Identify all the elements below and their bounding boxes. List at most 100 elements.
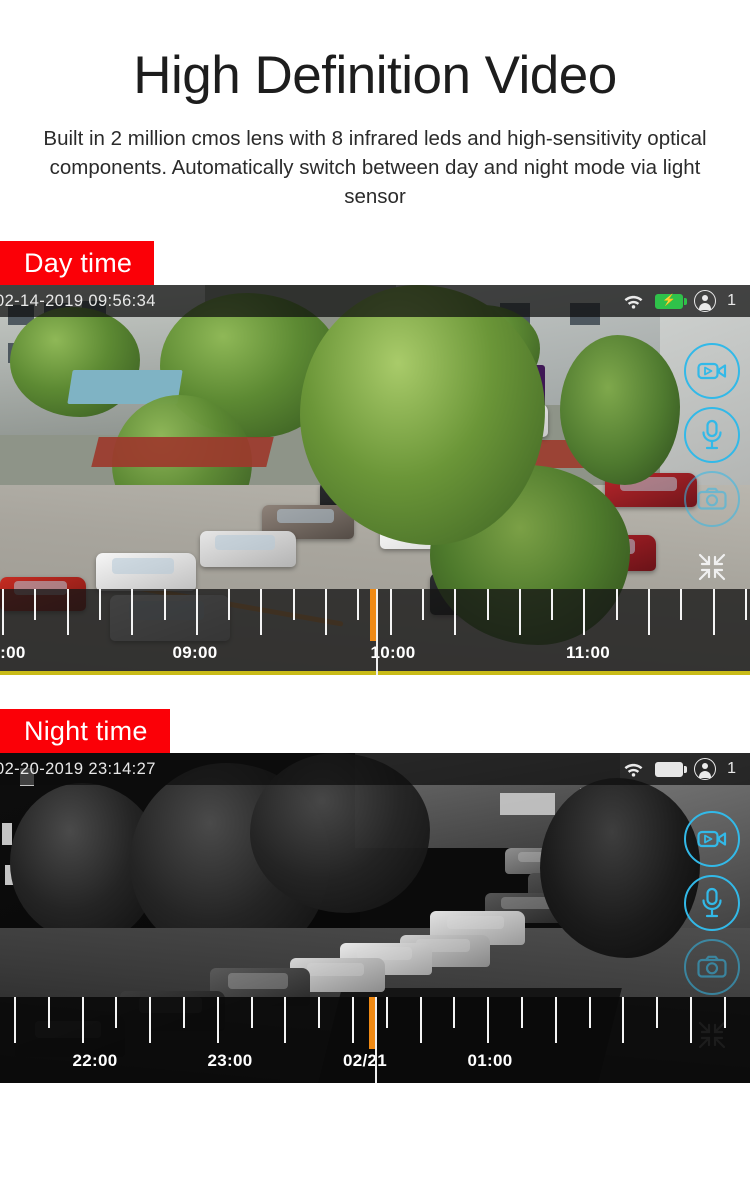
timeline-tick <box>325 589 327 635</box>
video-record-icon <box>697 362 727 380</box>
timeline-playhead-line <box>375 997 377 1083</box>
timeline-tick <box>622 997 625 1043</box>
section-gap <box>0 675 750 709</box>
timeline-tick <box>2 589 4 635</box>
timeline-label: 02/21 <box>342 1051 388 1070</box>
microphone-button[interactable] <box>684 407 740 463</box>
timeline-tick <box>615 589 618 620</box>
lit-window <box>2 823 12 845</box>
timeline-playhead-line <box>376 589 378 675</box>
snapshot-button[interactable] <box>684 939 740 995</box>
user-icon <box>694 758 717 780</box>
camera-snapshot-icon <box>697 955 727 978</box>
day-video-panel[interactable]: 02-14-2019 09:56:34 ⚡ 1:00 09:00 10:00 … <box>0 285 750 675</box>
wifi-icon <box>624 763 643 777</box>
timeline-tick <box>228 589 231 620</box>
fullscreen-exit-icon <box>698 553 726 581</box>
timeline-tick <box>744 589 747 620</box>
timeline-tick <box>81 997 84 1043</box>
lit-window <box>500 793 555 815</box>
user-icon <box>694 290 717 312</box>
timeline-tick <box>648 589 650 635</box>
timeline-tick <box>183 997 185 1028</box>
timeline-tick <box>453 997 456 1028</box>
timeline-bottom-edge <box>0 671 750 675</box>
microphone-icon <box>702 419 722 450</box>
user-count: 1 <box>727 292 736 309</box>
timeline-tick <box>583 589 586 635</box>
timeline-tick <box>98 589 101 620</box>
timeline-tick <box>690 997 692 1043</box>
timeline-label: 11:00 <box>565 643 611 662</box>
timeline-tick <box>656 997 659 1028</box>
night-timeline[interactable]: 22:00 23:00 02/21 01:00 <box>0 997 750 1083</box>
red-fence <box>91 437 274 467</box>
timeline-tick <box>47 997 50 1028</box>
timeline-tick <box>421 589 424 620</box>
page-subtitle: Built in 2 million cmos lens with 8 infr… <box>43 127 707 208</box>
night-video-panel[interactable]: 02-20-2019 23:14:27 1 22:00 23:00 02/21 … <box>0 753 750 1083</box>
day-badge-wrap: Day time <box>0 241 750 285</box>
night-badge-wrap: Night time <box>0 709 750 753</box>
timeline-tick <box>216 997 219 1043</box>
fullscreen-exit-button[interactable] <box>698 553 726 581</box>
timeline-tick <box>454 589 457 635</box>
night-time-badge: Night time <box>0 709 170 753</box>
day-status-bar: 02-14-2019 09:56:34 ⚡ 1 <box>0 285 750 317</box>
timeline-label: 22:00 <box>72 1051 118 1070</box>
timeline-tick <box>487 997 490 1043</box>
record-video-button[interactable] <box>684 343 740 399</box>
timeline-tick <box>419 997 422 1043</box>
timeline-label: 01:00 <box>467 1051 513 1070</box>
timeline-tick <box>250 997 253 1028</box>
night-status-icons: 1 <box>623 758 736 780</box>
header: High Definition Video Built in 2 million… <box>0 0 750 211</box>
timeline-tick <box>712 589 715 635</box>
timeline-tick <box>284 997 287 1043</box>
tree <box>560 335 680 485</box>
timeline-tick <box>149 997 152 1043</box>
microphone-icon <box>702 887 722 918</box>
timeline-label: 23:00 <box>207 1051 253 1070</box>
timeline-tick <box>14 997 16 1043</box>
user-count: 1 <box>727 760 736 777</box>
night-timestamp: 02-20-2019 23:14:27 <box>0 759 156 778</box>
timeline-tick <box>66 589 69 635</box>
timeline-tick <box>588 997 591 1028</box>
microphone-button[interactable] <box>684 875 740 931</box>
page-title: High Definition Video <box>133 46 617 105</box>
timeline-tick <box>292 589 295 620</box>
record-video-button[interactable] <box>684 811 740 867</box>
timeline-tick <box>260 589 263 635</box>
timeline-tick <box>195 589 198 635</box>
snapshot-button[interactable] <box>684 471 740 527</box>
wifi-icon <box>624 295 643 309</box>
day-timestamp: 02-14-2019 09:56:34 <box>0 291 156 310</box>
timeline-label: 8:00 <box>0 643 26 662</box>
day-timeline[interactable]: 8:0009:0010:0011:00 <box>0 589 750 675</box>
timeline-tick <box>318 997 321 1028</box>
day-side-controls <box>684 343 740 581</box>
timeline-tick <box>486 589 489 620</box>
timeline-tick <box>385 997 388 1028</box>
timeline-tick <box>518 589 521 635</box>
parked-car <box>96 553 196 591</box>
parked-car <box>200 531 296 567</box>
timeline-label: 09:00 <box>172 643 218 662</box>
timeline-tick <box>521 997 523 1028</box>
timeline-tick <box>352 997 354 1043</box>
timeline-tick <box>115 997 118 1028</box>
timeline-tick <box>554 997 557 1043</box>
timeline-tick <box>723 997 726 1028</box>
timeline-tick <box>551 589 554 620</box>
timeline-tick <box>389 589 392 635</box>
timeline-tick <box>357 589 360 620</box>
day-time-badge: Day time <box>0 241 155 285</box>
page-root: High Definition Video Built in 2 million… <box>0 0 750 1192</box>
camera-snapshot-icon <box>697 487 727 510</box>
battery-icon <box>655 761 688 777</box>
tree <box>540 778 700 958</box>
timeline-tick <box>131 589 134 635</box>
night-status-bar: 02-20-2019 23:14:27 1 <box>0 753 750 785</box>
day-status-icons: ⚡ 1 <box>623 290 736 312</box>
